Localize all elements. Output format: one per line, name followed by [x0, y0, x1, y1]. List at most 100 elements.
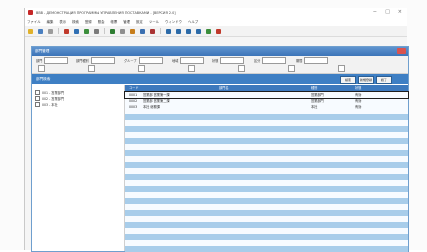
criteria-checkbox[interactable] [138, 64, 145, 72]
criteria-field: 部門種別 [76, 56, 115, 64]
folder-icon [35, 102, 40, 107]
empty-row-band [125, 150, 408, 156]
search-button[interactable]: 検索 [340, 76, 356, 84]
folder-icon [35, 90, 40, 95]
criteria-input[interactable] [44, 56, 69, 64]
empty-row-band [125, 246, 408, 252]
criteria-checkbox[interactable] [188, 64, 195, 72]
criteria-label: 区分 [254, 58, 261, 63]
open-icon[interactable] [28, 28, 33, 34]
title-bar: BBB - ДЕМОНСТРАЦИЯ ПРОГРАММЫ УПРАВЛЕНИЯ … [25, 8, 407, 17]
criteria-checkbox[interactable] [338, 64, 345, 72]
print-icon[interactable] [48, 28, 53, 34]
search-icon[interactable] [140, 28, 145, 34]
menu-report[interactable]: 帳票 [110, 19, 117, 24]
close-button[interactable]: × [398, 9, 402, 15]
cell-type: 本社 [311, 105, 318, 109]
new-button[interactable]: 新規登録 [358, 76, 374, 84]
menu-search[interactable]: 検索 [72, 19, 79, 24]
refresh-icon[interactable] [110, 28, 115, 34]
criteria-input[interactable] [220, 56, 245, 64]
criteria-input[interactable] [304, 56, 329, 64]
stop-icon[interactable] [150, 28, 155, 34]
criteria-checkbox-row [138, 64, 145, 72]
menu-edit[interactable]: 編集 [47, 19, 54, 24]
tree-item-label: 003 - 本社 [42, 103, 58, 107]
criteria-checkbox-row [38, 64, 45, 72]
criteria-label: 地域 [172, 58, 179, 63]
cell-name: 本社 総務課 [143, 105, 160, 109]
criteria-checkbox[interactable] [88, 64, 95, 72]
cell-status: 有効 [355, 105, 362, 109]
empty-row-band [125, 222, 408, 228]
exit-icon[interactable] [216, 28, 221, 34]
criteria-input[interactable] [180, 56, 205, 64]
criteria-field: グループ [124, 56, 163, 64]
exit-button[interactable]: 終了 [376, 76, 392, 84]
table-row[interactable]: 0003 本社 総務課 本社 有効 [125, 104, 408, 110]
tree-item[interactable]: 002 - 営業部門 [35, 96, 64, 101]
criteria-checkbox[interactable] [238, 64, 245, 72]
action-bar: 部門検索 検索 新規登録 終了 [32, 74, 408, 84]
criteria-checkbox[interactable] [38, 64, 45, 72]
child-window: 部門管理 部門 部門種別 グループ 地域 状態 区分 期間 部門検索 検索 新規… [31, 46, 409, 252]
window-title: BBB - ДЕМОНСТРАЦИЯ ПРОГРАММЫ УПРАВЛЕНИЯ … [36, 10, 176, 15]
criteria-input[interactable] [262, 56, 287, 64]
next-record-icon[interactable] [186, 28, 191, 34]
menu-inquiry[interactable]: 照会 [98, 19, 105, 24]
criteria-field: 期間 [296, 56, 329, 64]
menu-bar: ファイル 編集 表示 検索 登録 照会 帳票 管理 設定 ツール ウィンドウ ヘ… [25, 17, 407, 26]
last-record-icon[interactable] [196, 28, 201, 34]
child-window-title-bar: 部門管理 [32, 47, 408, 56]
empty-row-band [125, 186, 408, 192]
criteria-checkbox-row [288, 64, 295, 72]
criteria-checkbox[interactable] [288, 64, 295, 72]
previous-record-icon[interactable] [176, 28, 181, 34]
folder-icon[interactable] [130, 28, 135, 34]
criteria-checkbox-row [238, 64, 245, 72]
filter-icon[interactable] [120, 28, 125, 34]
menu-file[interactable]: ファイル [27, 19, 41, 24]
criteria-label: 部門 [36, 58, 43, 63]
folder-icon [35, 96, 40, 101]
empty-row-band [125, 234, 408, 240]
maximize-button[interactable]: □ [385, 9, 390, 15]
menu-view[interactable]: 表示 [59, 19, 66, 24]
minimize-button[interactable]: − [373, 9, 377, 15]
add-icon[interactable] [84, 28, 89, 34]
criteria-input[interactable] [90, 56, 115, 64]
tree-item[interactable]: 003 - 本社 [35, 102, 58, 107]
menu-tools[interactable]: ツール [149, 19, 159, 24]
first-record-icon[interactable] [166, 28, 171, 34]
delete-icon[interactable] [64, 28, 69, 34]
menu-manage[interactable]: 管理 [123, 19, 130, 24]
copy-icon[interactable] [74, 28, 79, 34]
empty-row-band [125, 210, 408, 216]
menu-register[interactable]: 登録 [85, 19, 92, 24]
criteria-checkbox-row [88, 64, 95, 72]
child-window-title: 部門管理 [35, 49, 50, 53]
criteria-field: 部門 [36, 56, 69, 64]
cut-icon[interactable] [94, 28, 99, 34]
criteria-label: グループ [124, 58, 137, 63]
criteria-label: 状態 [212, 58, 219, 63]
export-icon[interactable] [206, 28, 211, 34]
section-title: 部門検索 [36, 76, 51, 81]
criteria-label: 期間 [296, 58, 303, 63]
results-grid: コード 部門名 種別 状態 0001 営業部 営業第一課 営業部門 有効 000… [124, 85, 409, 252]
criteria-field: 状態 [212, 56, 245, 64]
tree-item[interactable]: 001 - 営業部門 [35, 90, 64, 95]
criteria-field: 区分 [254, 56, 287, 64]
criteria-input[interactable] [138, 56, 163, 64]
menu-help[interactable]: ヘルプ [188, 19, 198, 24]
empty-row-band [125, 138, 408, 144]
empty-row-band [125, 162, 408, 168]
empty-row-band [125, 198, 408, 204]
menu-window[interactable]: ウィンドウ [165, 19, 182, 24]
criteria-field: 地域 [172, 56, 205, 64]
save-icon[interactable] [38, 28, 43, 34]
child-close-icon[interactable] [397, 48, 406, 54]
menu-settings[interactable]: 設定 [136, 19, 143, 24]
toolbar-separator [104, 28, 105, 34]
toolbar-separator [58, 28, 59, 34]
